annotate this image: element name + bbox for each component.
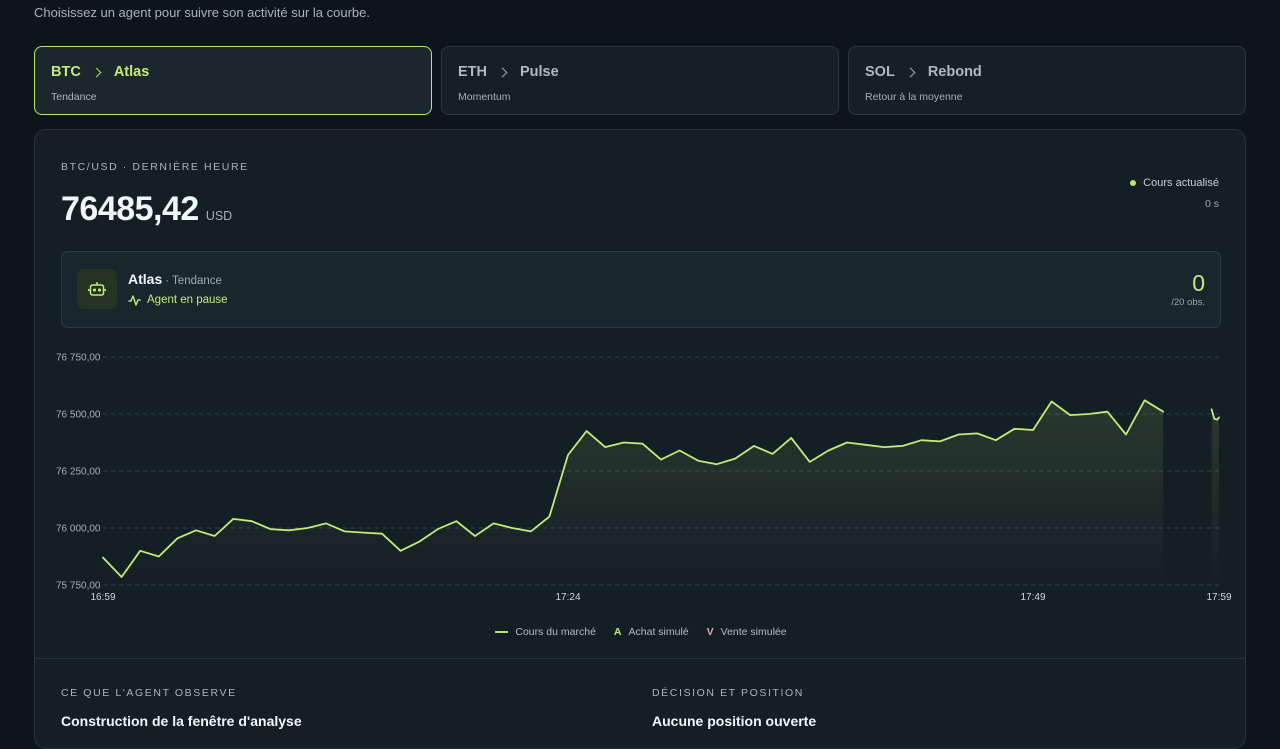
y-tick-label: 76 000,00 — [56, 524, 101, 535]
legend-sell-label: Vente simulée — [720, 626, 787, 638]
status-age: 0 s — [1204, 198, 1219, 210]
chevron-right-icon — [905, 67, 916, 77]
pair-label: BTC/USD · DERNIÈRE HEURE — [61, 161, 249, 173]
price-currency: USD — [205, 209, 233, 223]
legend-buy: A Achat simulé — [614, 626, 689, 638]
agent-state-label: Agent en pause — [147, 294, 228, 306]
observation-count: 0 — [1192, 270, 1205, 296]
legend-market-label: Cours du marché — [515, 626, 596, 638]
section-divider — [35, 658, 1245, 659]
agent-card-name: Rebond — [927, 64, 982, 80]
x-tick-label: 16:59 — [90, 592, 115, 603]
agent-card-symbol: BTC — [51, 64, 81, 80]
agent-card-symbol: SOL — [865, 64, 895, 80]
y-tick-label: 75 750,00 — [56, 581, 101, 592]
y-tick-label: 76 500,00 — [56, 410, 101, 421]
decision-section-title: DÉCISION ET POSITION — [652, 687, 804, 699]
sell-marker-icon: V — [706, 626, 714, 638]
y-tick-label: 76 250,00 — [56, 467, 101, 478]
price-value: 76485,42 — [61, 190, 199, 228]
agent-selector: BTC Atlas Tendance ETH Pulse Momentum SOL R… — [34, 46, 1246, 115]
legend-market: Cours du marché — [495, 626, 596, 638]
x-tick-label: 17:24 — [555, 592, 580, 603]
agent-card-strategy: Tendance — [51, 91, 97, 103]
agent-card-name: Pulse — [520, 64, 559, 80]
legend-sell: V Vente simulée — [707, 626, 787, 638]
chevron-right-icon — [497, 67, 508, 77]
chevron-right-icon — [91, 67, 102, 77]
observe-section-title: CE QUE L'AGENT OBSERVE — [61, 687, 237, 699]
agent-card-strategy: Momentum — [458, 91, 511, 103]
agent-card-symbol: ETH — [458, 64, 487, 80]
agent-card-strategy: Retour à la moyenne — [865, 91, 963, 103]
y-tick-label: 76 750,00 — [56, 353, 101, 364]
agent-card-name: Atlas — [113, 64, 150, 80]
agent-card-eth[interactable]: ETH Pulse Momentum — [441, 46, 839, 115]
robot-icon — [77, 269, 117, 309]
agent-card-sol[interactable]: SOL Rebond Retour à la moyenne — [848, 46, 1246, 115]
status-text: Cours actualisé — [1143, 177, 1219, 189]
market-panel: BTC/USD · DERNIÈRE HEURE 76485,42 USD Co… — [34, 129, 1246, 749]
observe-section-body: Construction de la fenêtre d'analyse — [61, 713, 302, 729]
price-display: 76485,42 USD — [61, 190, 232, 229]
decision-section-body: Aucune position ouverte — [652, 713, 817, 729]
agent-strategy: · Tendance — [165, 275, 222, 287]
line-swatch-icon — [495, 631, 509, 633]
agent-state: Agent en pause — [128, 294, 228, 306]
x-tick-label: 17:49 — [1020, 592, 1045, 603]
observation-counter: 0 /20 obs. — [1171, 269, 1205, 308]
agent-status-box: Atlas · Tendance Agent en pause 0 /20 obs… — [61, 251, 1221, 328]
status-dot-icon — [1130, 180, 1137, 186]
series-area — [103, 400, 1164, 585]
observation-total: /20 obs. — [1171, 297, 1205, 308]
x-tick-label: 17:59 — [1206, 592, 1231, 603]
series-area — [1211, 409, 1219, 585]
agent-name: Atlas — [128, 271, 163, 287]
price-status: Cours actualisé 0 s — [1130, 177, 1219, 210]
agent-card-btc[interactable]: BTC Atlas Tendance — [34, 46, 432, 115]
chart-legend: Cours du marché A Achat simulé V Vente sim… — [35, 626, 1247, 638]
page-subtitle: Choisissez un agent pour suivre son acti… — [34, 5, 371, 20]
price-chart: 76 750,00 76 500,00 76 250,00 76 000,00 75 7… — [56, 353, 1232, 604]
buy-marker-icon: A — [613, 626, 622, 638]
activity-icon — [128, 294, 141, 306]
legend-buy-label: Achat simulé — [628, 626, 689, 638]
